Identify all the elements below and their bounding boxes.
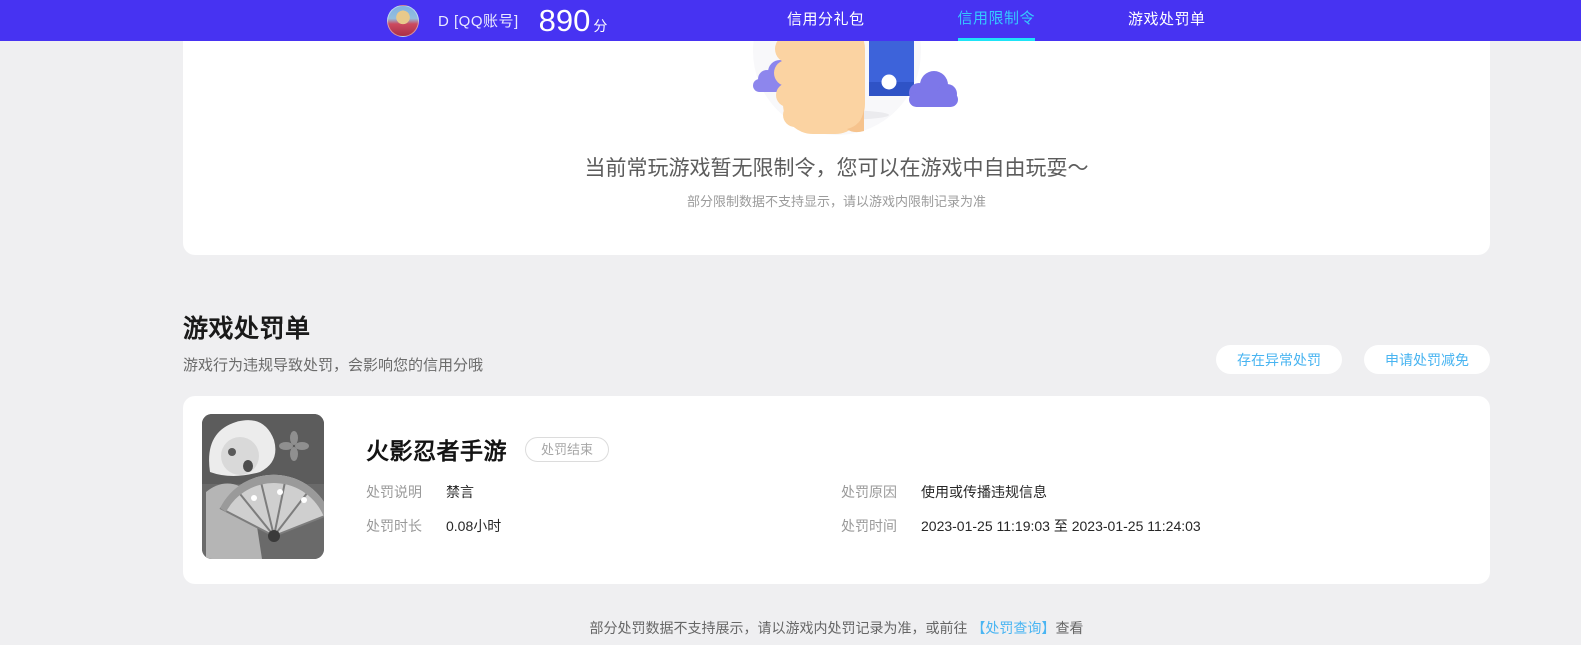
user-block: D [QQ账号] 890 分 [387,0,607,41]
field-penalty-time: 处罚时间 2023-01-25 11:19:03 至 2023-01-25 11:… [841,518,1201,534]
game-artwork [202,414,324,559]
penalty-reduction-button[interactable]: 申请处罚减免 [1364,345,1490,374]
avatar [387,4,419,37]
penalty-query-link[interactable]: 【处罚查询】 [971,620,1055,636]
main-content: 当前常玩游戏暂无限制令，您可以在游戏中自由玩耍～ 部分限制数据不支持显示，请以游… [183,41,1490,638]
footer-text-after: 查看 [1055,620,1084,636]
tab-game-penalty[interactable]: 游戏处罚单 [1128,0,1206,41]
restriction-card: 当前常玩游戏暂无限制令，您可以在游戏中自由玩耍～ 部分限制数据不支持显示，请以游… [183,41,1490,255]
penalty-details: 火影忍者手游 处罚结束 处罚说明 禁言 处罚原因 使用或传播违规信息 处罚时长 0.0… [366,434,1460,536]
user-name: D [QQ账号] [438,13,519,30]
top-nav: 信用分礼包 信用限制令 游戏处罚单 [787,0,1206,41]
penalty-section-title: 游戏处罚单 [183,315,311,343]
penalty-section-buttons: 存在异常处罚 申请处罚减免 [1216,345,1490,375]
penalty-fields: 处罚说明 禁言 处罚原因 使用或传播违规信息 处罚时长 0.08小时 处罚时间 2023… [366,482,1460,536]
tab-credit-gift[interactable]: 信用分礼包 [787,0,865,41]
field-penalty-duration: 处罚时长 0.08小时 [366,518,502,534]
game-icon-image [202,414,324,559]
game-name: 火影忍者手游 [366,438,507,464]
credit-score: 890 分 [539,5,608,36]
penalty-title-row: 火影忍者手游 处罚结束 [366,434,1460,464]
credit-score-unit: 分 [593,18,608,34]
top-nav-bar: D [QQ账号] 890 分 信用分礼包 信用限制令 游戏处罚单 [0,0,1581,41]
penalty-section-titles: 游戏处罚单 游戏行为违规导致处罚，会影响您的信用分哦 [183,309,483,375]
abnormal-penalty-button[interactable]: 存在异常处罚 [1216,345,1342,374]
field-penalty-description: 处罚说明 禁言 [366,484,474,500]
credit-score-value: 890 [538,3,591,38]
restriction-disclaimer: 部分限制数据不支持显示，请以游戏内限制记录为准 [686,194,986,209]
field-penalty-reason: 处罚原因 使用或传播违规信息 [841,484,1047,500]
status-badge: 处罚结束 [525,436,610,462]
footer-note: 部分处罚数据不支持展示，请以游戏内处罚记录为准，或前往 【处罚查询】查看 [183,618,1490,638]
no-restriction-illustration [752,41,958,135]
no-restriction-message: 当前常玩游戏暂无限制令，您可以在游戏中自由玩耍～ [584,157,1089,180]
footer-text-before: 部分处罚数据不支持展示，请以游戏内处罚记录为准，或前往 [589,620,972,636]
penalty-section-header: 游戏处罚单 游戏行为违规导致处罚，会影响您的信用分哦 存在异常处罚 申请处罚减免 [183,309,1490,375]
penalty-section-subtitle: 游戏行为违规导致处罚，会影响您的信用分哦 [183,357,484,374]
penalty-card: 火影忍者手游 处罚结束 处罚说明 禁言 处罚原因 使用或传播违规信息 处罚时长 0.0… [183,396,1490,584]
tab-credit-restriction[interactable]: 信用限制令 [957,0,1036,41]
